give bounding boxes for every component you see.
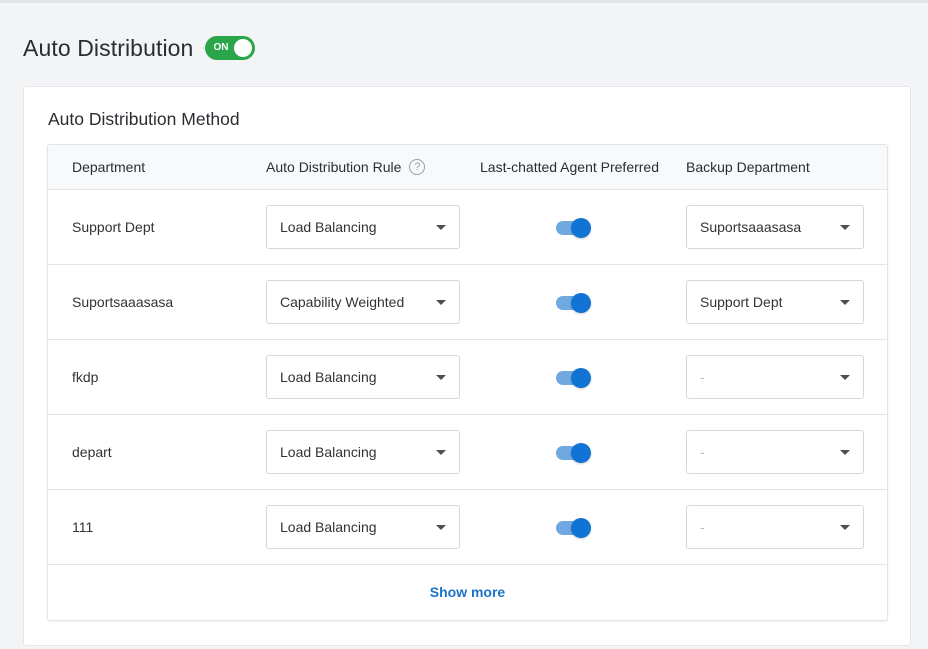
column-header-backup: Backup Department bbox=[686, 159, 810, 175]
table-row: depart Load Balancing - bbox=[48, 415, 887, 490]
department-name: Support Dept bbox=[72, 219, 155, 235]
toggle-knob bbox=[571, 368, 591, 388]
caret-down-icon bbox=[436, 525, 446, 530]
auto-distribution-toggle[interactable]: ON bbox=[205, 36, 256, 60]
backup-select-value: - bbox=[700, 444, 705, 460]
toggle-knob bbox=[234, 39, 253, 57]
backup-select[interactable]: - bbox=[686, 355, 864, 399]
backup-select[interactable]: - bbox=[686, 505, 864, 549]
toggle-knob bbox=[571, 293, 591, 313]
backup-select-value: - bbox=[700, 369, 705, 385]
caret-down-icon bbox=[436, 450, 446, 455]
caret-down-icon bbox=[436, 300, 446, 305]
department-table: Department Auto Distribution Rule ? Last… bbox=[47, 144, 888, 621]
backup-select-value: - bbox=[700, 519, 705, 535]
rule-select[interactable]: Load Balancing bbox=[266, 430, 460, 474]
column-header-department: Department bbox=[72, 159, 146, 175]
rule-select[interactable]: Load Balancing bbox=[266, 205, 460, 249]
caret-down-icon bbox=[840, 300, 850, 305]
department-name: depart bbox=[72, 444, 112, 460]
top-border bbox=[0, 0, 928, 3]
agent-preferred-toggle[interactable] bbox=[556, 218, 592, 238]
table-header: Department Auto Distribution Rule ? Last… bbox=[48, 145, 887, 190]
table-row: Support Dept Load Balancing Suportsaaasa… bbox=[48, 190, 887, 265]
table-footer: Show more bbox=[48, 565, 887, 621]
distribution-method-card: Auto Distribution Method Department Auto… bbox=[23, 86, 911, 646]
caret-down-icon bbox=[436, 225, 446, 230]
backup-select-value: Support Dept bbox=[700, 294, 783, 310]
rule-select-value: Load Balancing bbox=[280, 219, 377, 235]
toggle-knob bbox=[571, 218, 591, 238]
backup-select[interactable]: - bbox=[686, 430, 864, 474]
rule-select-value: Capability Weighted bbox=[280, 294, 405, 310]
section-title: Auto Distribution Method bbox=[48, 109, 240, 129]
page-header: Auto Distribution ON bbox=[23, 33, 256, 63]
caret-down-icon bbox=[840, 525, 850, 530]
column-header-rule: Auto Distribution Rule ? bbox=[266, 159, 426, 175]
page-title: Auto Distribution bbox=[23, 34, 194, 61]
column-header-agent-preferred: Last-chatted Agent Preferred bbox=[480, 159, 659, 175]
rule-select[interactable]: Load Balancing bbox=[266, 505, 460, 549]
caret-down-icon bbox=[840, 225, 850, 230]
backup-select[interactable]: Support Dept bbox=[686, 280, 864, 324]
table-row: 111 Load Balancing - bbox=[48, 490, 887, 565]
table-row: Suportsaaasasa Capability Weighted Suppo… bbox=[48, 265, 887, 340]
rule-select[interactable]: Capability Weighted bbox=[266, 280, 460, 324]
caret-down-icon bbox=[840, 450, 850, 455]
show-more-link[interactable]: Show more bbox=[48, 584, 887, 600]
help-circle-icon[interactable]: ? bbox=[409, 159, 426, 175]
department-name: fkdp bbox=[72, 369, 99, 385]
agent-preferred-toggle[interactable] bbox=[556, 293, 592, 313]
table-row: fkdp Load Balancing - bbox=[48, 340, 887, 415]
caret-down-icon bbox=[436, 375, 446, 380]
department-name: Suportsaaasasa bbox=[72, 294, 174, 310]
backup-select[interactable]: Suportsaaasasa bbox=[686, 205, 864, 249]
agent-preferred-toggle[interactable] bbox=[556, 368, 592, 388]
toggle-on-label: ON bbox=[213, 42, 229, 53]
caret-down-icon bbox=[840, 375, 850, 380]
backup-select-value: Suportsaaasasa bbox=[700, 219, 802, 235]
agent-preferred-toggle[interactable] bbox=[556, 518, 592, 538]
rule-select-value: Load Balancing bbox=[280, 519, 377, 535]
department-name: 111 bbox=[72, 519, 94, 535]
rule-select[interactable]: Load Balancing bbox=[266, 355, 460, 399]
toggle-knob bbox=[571, 443, 591, 463]
rule-select-value: Load Balancing bbox=[280, 444, 377, 460]
rule-select-value: Load Balancing bbox=[280, 369, 377, 385]
agent-preferred-toggle[interactable] bbox=[556, 443, 592, 463]
toggle-knob bbox=[571, 518, 591, 538]
